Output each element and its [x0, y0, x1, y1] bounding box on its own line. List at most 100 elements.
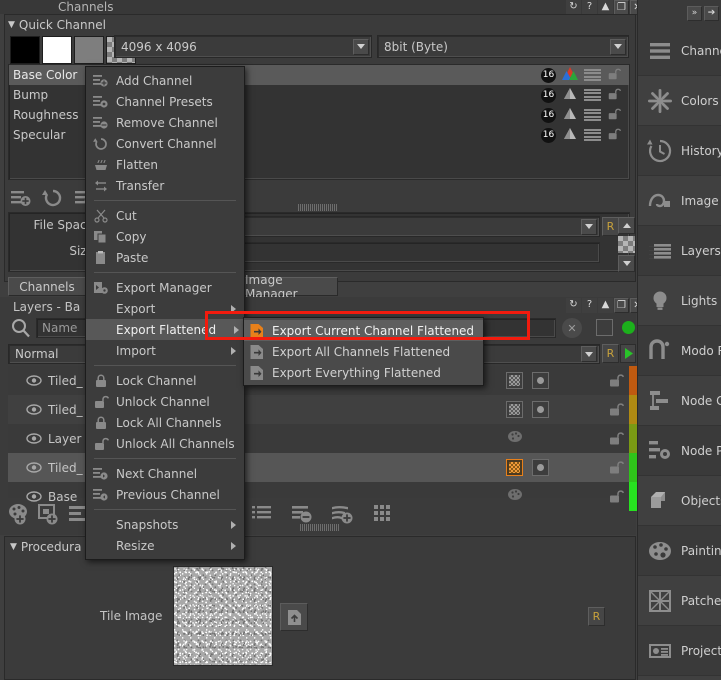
unlock-icon[interactable] [608, 373, 625, 391]
menu-item[interactable]: Export [86, 298, 244, 319]
sidebar-item-painting[interactable]: Painting [638, 526, 721, 576]
sidebar-item-projector[interactable]: Projector [638, 626, 721, 676]
expand-icon[interactable]: » [687, 5, 702, 21]
filter-toggle-icon[interactable] [596, 319, 613, 336]
sidebar-item-patches[interactable]: Patches [638, 576, 721, 626]
submenu-item[interactable]: Export All Channels Flattened [244, 341, 483, 362]
layer-effect-icon[interactable] [532, 459, 549, 476]
layer-row-icons[interactable] [506, 372, 549, 389]
layer-mask-icon[interactable] [506, 372, 523, 389]
tile-image-thumbnail[interactable] [173, 566, 273, 666]
layer-mask-icon[interactable] [506, 459, 523, 476]
channel-context-menu[interactable]: Add Channel Channel Presets Remove Channel… [85, 66, 245, 560]
menu-item[interactable]: Export Manager [86, 277, 244, 298]
channel-levels-icon[interactable] [584, 88, 601, 102]
menu-item[interactable]: Export Flattened [86, 319, 244, 340]
white-swatch[interactable] [42, 36, 72, 64]
menu-item[interactable]: Paste [86, 247, 244, 268]
collapse-icon[interactable]: ▲ [598, 298, 613, 313]
scroll-up-button[interactable] [618, 217, 635, 234]
remove-layer-icon[interactable] [290, 502, 316, 526]
sidebar-item-history-v[interactable]: History V [638, 126, 721, 176]
menu-item[interactable]: Previous Channel [86, 484, 244, 505]
layer-row-icons[interactable] [506, 401, 549, 418]
sidebar-item-modo-ren[interactable]: Modo Ren [638, 326, 721, 376]
tab-image-manager[interactable]: Image Manager [236, 273, 338, 301]
submenu-item[interactable]: Export Everything Flattened [244, 362, 483, 383]
paint-layer-icon[interactable] [506, 488, 523, 501]
menu-item[interactable]: Next Channel [86, 463, 244, 484]
refresh-icon[interactable]: ↻ [566, 298, 581, 313]
sidebar-item-node-pro[interactable]: Node Pro [638, 426, 721, 476]
scroll-thumb[interactable] [618, 236, 635, 253]
layer-list-icon[interactable] [250, 502, 276, 526]
rgb-triangle-icon[interactable] [562, 66, 578, 84]
chevron-down-icon[interactable] [610, 38, 626, 55]
chevron-down-icon[interactable] [581, 218, 597, 235]
gray-triangle-icon[interactable] [562, 126, 578, 144]
tab-channels[interactable]: Channels [8, 277, 86, 296]
layers-window-controls[interactable]: ↻ ? ▲ ❐ ✕ [566, 298, 645, 313]
search-icon[interactable] [10, 317, 32, 339]
layer-row-icons[interactable] [506, 488, 549, 501]
gray-swatch[interactable] [74, 36, 104, 64]
channel-levels-icon[interactable] [584, 68, 601, 82]
sidebar-item-channels[interactable]: Channels [638, 26, 721, 76]
unlock-icon[interactable] [608, 431, 625, 449]
procedural-header[interactable]: ▼ Procedura [10, 539, 81, 555]
channel-levels-icon[interactable] [584, 128, 601, 142]
visibility-icon[interactable] [26, 462, 42, 473]
layer-mask-icon[interactable] [506, 401, 523, 418]
play-icon[interactable] [620, 344, 636, 363]
gray-triangle-icon[interactable] [562, 86, 578, 104]
layers-toolbar-right[interactable] [250, 502, 396, 526]
export-flattened-submenu[interactable]: Export Current Channel Flattened Export A… [243, 317, 484, 386]
visibility-icon[interactable] [26, 491, 42, 502]
add-channel-icon[interactable] [8, 186, 34, 210]
visibility-icon[interactable] [26, 375, 42, 386]
menu-item[interactable]: Cut [86, 205, 244, 226]
refresh-icon[interactable]: ↻ [566, 0, 581, 15]
menu-item[interactable]: Unlock All Channels [86, 433, 244, 454]
convert-channel-icon[interactable] [40, 186, 66, 210]
grid-icon[interactable] [370, 502, 396, 526]
add-image-layer-icon[interactable] [36, 502, 62, 526]
menu-item[interactable]: Transfer [86, 175, 244, 196]
menu-item[interactable]: Channel Presets [86, 91, 244, 112]
unlock-icon[interactable] [608, 460, 625, 478]
quick-channel-header[interactable]: ▼ Quick Channel [8, 17, 106, 33]
clear-search-icon[interactable]: ✕ [562, 318, 582, 338]
sidebar-item-node-gra[interactable]: Node Gra [638, 376, 721, 426]
procedural-reset-button[interactable]: R [588, 607, 605, 626]
unlock-icon[interactable] [607, 67, 622, 84]
menu-item[interactable]: Import [86, 340, 244, 361]
layer-row-icons[interactable] [506, 430, 549, 443]
file-space-reset[interactable]: R [602, 217, 619, 236]
channel-row-icons[interactable]: 16 [541, 65, 629, 85]
channel-row-icons[interactable]: 16 [541, 125, 629, 145]
black-swatch[interactable] [10, 36, 40, 64]
restore-icon[interactable]: ❐ [614, 298, 629, 313]
restore-icon[interactable]: ❐ [614, 0, 629, 15]
chevron-down-icon[interactable]: ▼ [10, 542, 17, 552]
menu-item[interactable]: Copy [86, 226, 244, 247]
blend-reset-button[interactable]: R [602, 344, 619, 363]
bit-depth-combo[interactable]: 8bit (Byte) [377, 35, 629, 58]
layer-effect-icon[interactable] [532, 372, 549, 389]
panel-grip[interactable] [298, 204, 337, 211]
channel-levels-icon[interactable] [584, 108, 601, 122]
menu-item[interactable]: Snapshots [86, 514, 244, 535]
menu-item[interactable]: Remove Channel [86, 112, 244, 133]
chevron-down-icon[interactable]: ▼ [8, 20, 15, 30]
unlock-icon[interactable] [607, 127, 622, 144]
help-icon[interactable]: ? [582, 0, 597, 15]
load-image-icon[interactable] [280, 603, 308, 631]
menu-item[interactable]: Add Channel [86, 70, 244, 91]
add-group-icon[interactable] [330, 502, 356, 526]
sidebar-item-layers[interactable]: Layers [638, 226, 721, 276]
unlock-icon[interactable] [607, 87, 622, 104]
scroll-down-button[interactable] [618, 255, 635, 272]
channel-row-icons[interactable]: 16 [541, 85, 629, 105]
menu-item[interactable]: Lock Channel [86, 370, 244, 391]
unlock-icon[interactable] [607, 107, 622, 124]
